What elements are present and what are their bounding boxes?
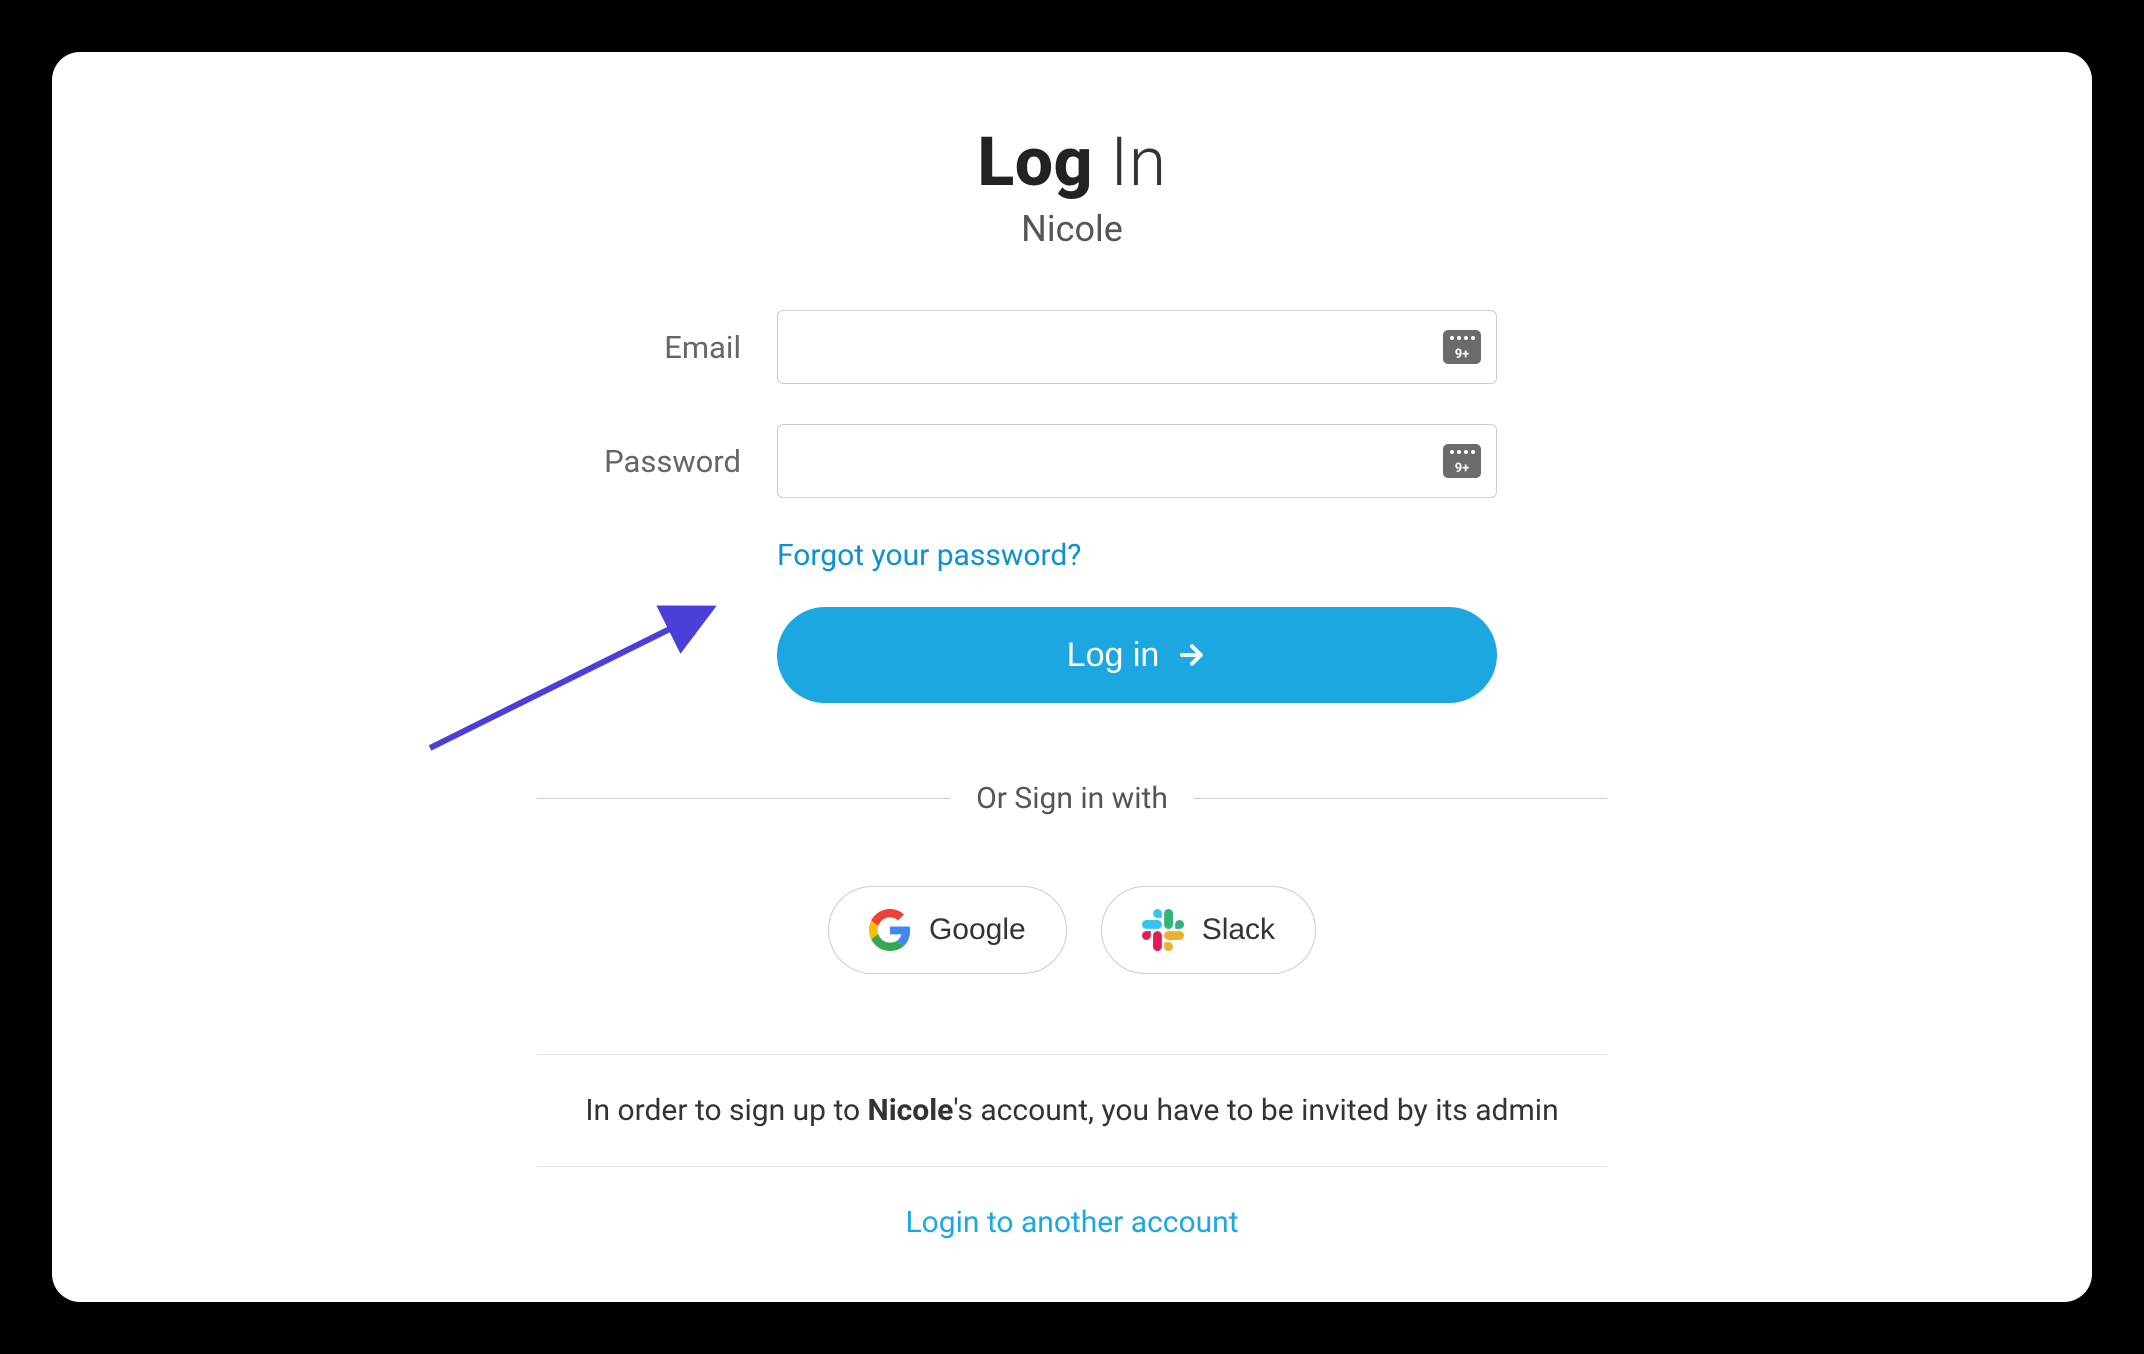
account-name: Nicole: [52, 208, 2092, 250]
divider-text: Or Sign in with: [976, 781, 1168, 816]
page-title: Log In: [52, 122, 2092, 202]
autofill-badge-icon[interactable]: 9+: [1443, 330, 1481, 364]
google-signin-button[interactable]: Google: [828, 886, 1067, 974]
password-field[interactable]: [777, 424, 1497, 498]
slack-signin-button[interactable]: Slack: [1101, 886, 1316, 974]
info-pre: In order to sign up to: [585, 1093, 867, 1128]
google-signin-label: Google: [929, 913, 1026, 947]
email-field[interactable]: [777, 310, 1497, 384]
divider-line-right: [1194, 798, 1607, 799]
forgot-password-link[interactable]: Forgot your password?: [777, 538, 1607, 573]
info-account-name: Nicole: [868, 1093, 954, 1128]
login-form: Email 9+ Password 9+ Forgot your passwor…: [537, 310, 1607, 703]
login-another-account-link[interactable]: Login to another account: [52, 1205, 2092, 1240]
password-input-wrap: 9+: [777, 424, 1497, 498]
login-button-label: Log in: [1067, 636, 1160, 675]
social-login-row: Google Slack: [52, 886, 2092, 974]
login-button[interactable]: Log in: [777, 607, 1497, 703]
divider: Or Sign in with: [537, 781, 1607, 816]
title-light: In: [1093, 122, 1167, 202]
slack-signin-label: Slack: [1202, 913, 1275, 947]
title-bold: Log: [977, 122, 1093, 202]
email-row: Email 9+: [537, 310, 1607, 384]
info-post: 's account, you have to be invited by it…: [953, 1093, 1558, 1128]
slack-icon: [1142, 909, 1184, 951]
autofill-badge-icon[interactable]: 9+: [1443, 444, 1481, 478]
arrow-right-icon: [1177, 640, 1207, 670]
email-label: Email: [537, 329, 777, 366]
password-row: Password 9+: [537, 424, 1607, 498]
google-icon: [869, 909, 911, 951]
password-label: Password: [537, 443, 777, 480]
divider-line-left: [537, 798, 950, 799]
email-input-wrap: 9+: [777, 310, 1497, 384]
login-card: Log In Nicole Email 9+ Password 9+: [52, 52, 2092, 1302]
signup-info: In order to sign up to Nicole's account,…: [537, 1054, 1607, 1167]
